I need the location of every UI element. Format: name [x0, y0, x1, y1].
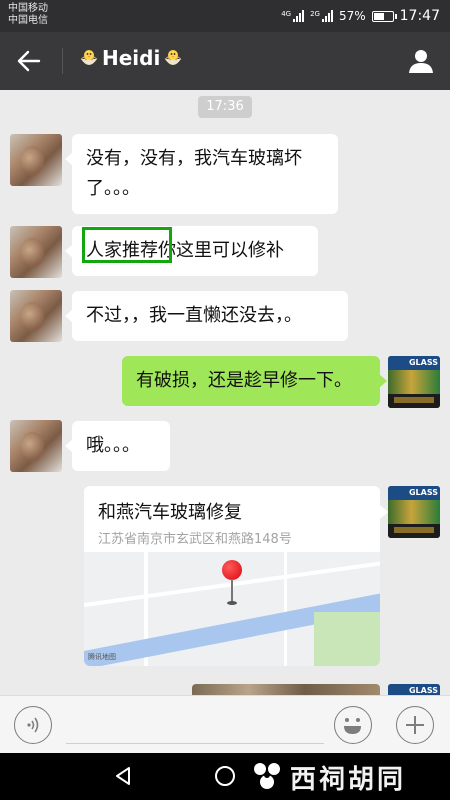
- signal-2-icon: 2G: [310, 10, 333, 22]
- nav-home-icon[interactable]: [215, 766, 235, 786]
- header-divider: [62, 48, 63, 74]
- person-icon: [409, 50, 433, 73]
- input-bar: [0, 695, 450, 753]
- chat-title-group: Heidi: [78, 46, 184, 70]
- watermark: 西祠胡同: [250, 759, 406, 795]
- location-card[interactable]: 和燕汽车玻璃修复 江苏省南京市玄武区和燕路148号 腾讯地图: [84, 486, 380, 666]
- highlight-box: [82, 227, 172, 263]
- location-address: 江苏省南京市玄武区和燕路148号: [98, 532, 292, 547]
- chick-emoji-icon: [165, 50, 182, 65]
- map-pin-icon: [222, 560, 242, 580]
- message-text: 没有，没有，我汽车玻璃坏了。。。: [86, 148, 302, 199]
- my-avatar[interactable]: GLASS: [388, 684, 440, 695]
- status-time: 17:47: [399, 8, 440, 24]
- watermark-text: 西祠胡同: [290, 764, 407, 795]
- carrier-info: 中国移动 中国电信: [8, 3, 48, 27]
- battery-icon: [371, 10, 397, 22]
- message-bubble-incoming[interactable]: 没有，没有，我汽车玻璃坏了。。。: [65, 134, 338, 214]
- avatar-logo-text: GLASS: [388, 486, 440, 500]
- emoji-icon: [344, 718, 361, 734]
- message-text: 有破损，还是趁早修一下。: [136, 370, 352, 391]
- map-provider-logo: 腾讯地图: [88, 653, 116, 661]
- chick-emoji-icon: [80, 50, 98, 65]
- location-title: 和燕汽车玻璃修复: [98, 502, 242, 523]
- battery-percent: 57%: [338, 9, 366, 23]
- message-bubble-incoming[interactable]: 哦。。。: [65, 421, 170, 471]
- chat-title: Heidi: [102, 46, 161, 70]
- location-card-tail: [380, 505, 388, 519]
- my-avatar[interactable]: GLASS: [388, 486, 440, 538]
- contact-avatar[interactable]: [10, 290, 62, 342]
- more-button[interactable]: [396, 706, 434, 744]
- watermark-logo-icon: [254, 763, 280, 789]
- signal-1-icon: 4G: [281, 10, 305, 22]
- message-bubble-outgoing[interactable]: 有破损，还是趁早修一下。: [122, 356, 387, 406]
- nav-back-icon[interactable]: [114, 766, 134, 786]
- message-text: 不过，，我一直懒还没去，。: [86, 305, 302, 326]
- status-bar: 中国移动 中国电信 4G 2G 57% 17:47: [0, 0, 450, 32]
- chat-area[interactable]: 17:36 没有，没有，我汽车玻璃坏了。。。 人家推荐你这里可以修补 不过，，我…: [0, 90, 450, 695]
- message-text: 哦。。。: [86, 435, 140, 456]
- contact-avatar[interactable]: [10, 420, 62, 472]
- chat-timestamp: 17:36: [198, 96, 252, 118]
- avatar-logo-text: GLASS: [388, 684, 440, 695]
- plus-icon: [406, 716, 424, 734]
- network-type-2: 2G: [310, 10, 320, 18]
- image-message-thumbnail[interactable]: [192, 684, 380, 695]
- back-button[interactable]: [12, 45, 46, 77]
- message-input[interactable]: [66, 706, 324, 744]
- system-nav-bar: 西祠胡同: [0, 753, 450, 800]
- emoji-button[interactable]: [334, 706, 372, 744]
- contact-avatar[interactable]: [10, 134, 62, 186]
- location-map-preview: 腾讯地图: [84, 552, 380, 666]
- voice-icon: [27, 717, 39, 733]
- contact-avatar[interactable]: [10, 226, 62, 278]
- message-bubble-incoming[interactable]: 不过，，我一直懒还没去，。: [65, 291, 348, 341]
- status-indicators: 4G 2G 57% 17:47: [281, 6, 440, 26]
- my-avatar[interactable]: GLASS: [388, 356, 440, 408]
- avatar-logo-text: GLASS: [388, 356, 440, 370]
- profile-button[interactable]: [404, 45, 438, 77]
- carrier-1: 中国移动: [8, 3, 48, 14]
- carrier-2: 中国电信: [8, 15, 48, 26]
- network-type-1: 4G: [281, 10, 292, 18]
- chat-header: Heidi: [0, 32, 450, 90]
- voice-button[interactable]: [14, 706, 52, 744]
- arrow-left-icon: [17, 50, 41, 72]
